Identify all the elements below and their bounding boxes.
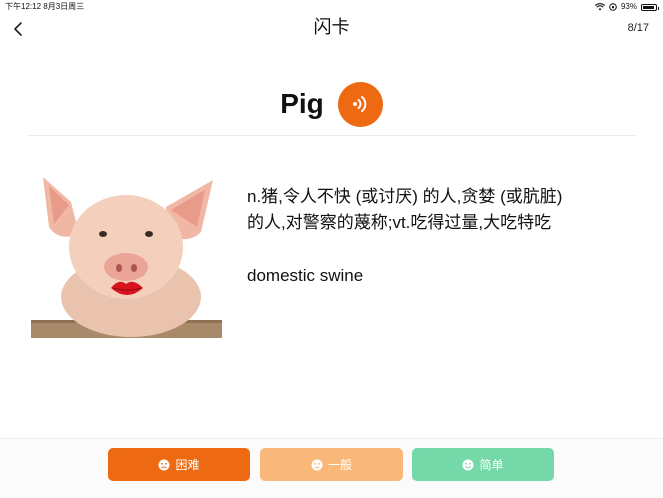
- status-bar: 下午12:12 8月3日周三 93%: [0, 0, 663, 14]
- page-counter: 8/17: [627, 22, 649, 34]
- status-icons: 93%: [595, 0, 659, 14]
- definition-line: n.猪,令人不快 (或讨厌) 的人,贪婪 (或肮脏): [247, 187, 563, 206]
- hard-button-label: 困难: [175, 458, 200, 472]
- easy-button-label: 简单: [479, 458, 504, 472]
- status-time-date: 下午12:12 8月3日周三: [5, 2, 85, 11]
- happy-face-icon: [462, 459, 474, 470]
- pig-image: [31, 172, 222, 338]
- normal-button-label: 一般: [327, 458, 352, 472]
- orientation-lock-icon: [609, 3, 617, 11]
- speaker-icon: [353, 96, 367, 112]
- page-title: 闪卡: [313, 17, 350, 37]
- battery-tip: [657, 6, 659, 10]
- battery-icon: [641, 3, 659, 11]
- hard-button[interactable]: 困难: [108, 448, 250, 481]
- battery-fill: [643, 5, 655, 9]
- definition-line: 的人,对警察的蔑称;vt.吃得过量,大吃特吃: [247, 213, 552, 232]
- word-header: Pig: [0, 80, 663, 128]
- sad-face-icon: [158, 459, 170, 470]
- easy-button[interactable]: 简单: [412, 448, 554, 481]
- wifi-icon: [595, 3, 605, 11]
- example-text: domestic swine: [247, 266, 364, 285]
- battery-percent: 93%: [620, 2, 637, 11]
- normal-button[interactable]: 一般: [260, 448, 403, 481]
- neutral-face-icon: [311, 459, 323, 470]
- divider: [28, 135, 636, 136]
- play-audio-button[interactable]: [337, 81, 383, 127]
- definition-text: n.猪,令人不快 (或讨厌) 的人,贪婪 (或肮脏) 的人,对警察的蔑称;vt.…: [247, 184, 627, 236]
- flashcard-word: Pig: [280, 88, 324, 119]
